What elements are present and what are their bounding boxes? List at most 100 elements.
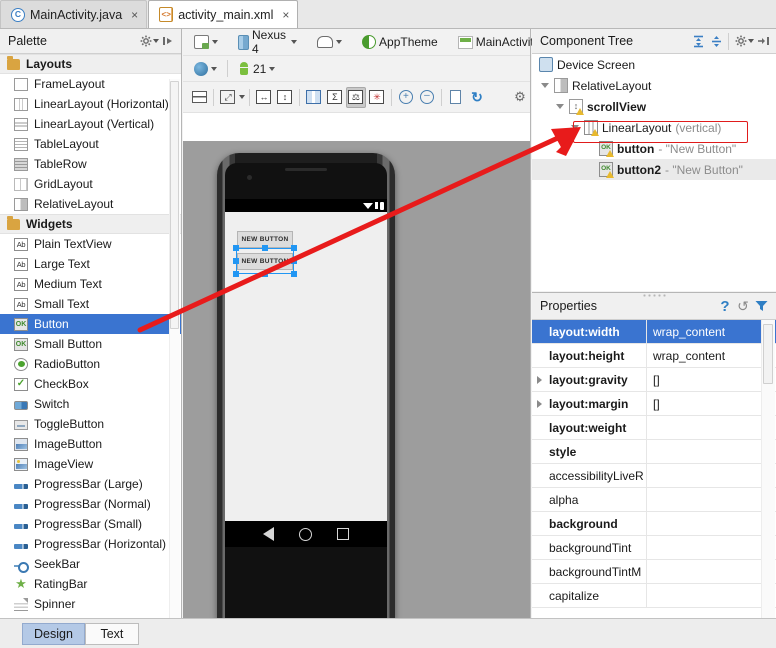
tab-design[interactable]: Design <box>22 622 85 645</box>
filter-icon[interactable] <box>752 297 770 315</box>
palette-item-radiobutton[interactable]: RadioButton <box>0 354 181 374</box>
property-value[interactable] <box>646 512 776 535</box>
refresh-button[interactable]: ↻ <box>467 87 487 108</box>
file-tab-activity-main-xml[interactable]: <> activity_main.xml × <box>148 0 299 28</box>
tree-node-button2[interactable]: OK button2 - "New Button" <box>532 159 776 180</box>
tree-node-device-screen[interactable]: Device Screen <box>532 54 776 75</box>
palette-item-linearlayout-vertical[interactable]: LinearLayout (Vertical) <box>0 114 181 134</box>
home-icon[interactable] <box>298 527 312 541</box>
device-select-button[interactable] <box>189 32 223 53</box>
clear-constraints-button[interactable]: ✳ <box>367 87 387 108</box>
document-button[interactable] <box>446 87 466 108</box>
close-icon[interactable]: × <box>127 8 138 22</box>
property-value[interactable] <box>646 488 776 511</box>
palette-item-gridlayout[interactable]: GridLayout <box>0 174 181 194</box>
properties-scrollbar-thumb[interactable] <box>763 324 773 384</box>
expander-icon[interactable] <box>532 368 546 391</box>
reset-icon[interactable]: ↺ <box>734 297 752 315</box>
palette-scrollbar-thumb[interactable] <box>170 81 179 329</box>
palette-item-small-text[interactable]: Ab Small Text <box>0 294 181 314</box>
tree-node-button[interactable]: OK button - "New Button" <box>532 138 776 159</box>
help-icon[interactable]: ? <box>716 297 734 315</box>
panel-splitter[interactable] <box>642 293 666 298</box>
property-row-backgroundtint[interactable]: backgroundTint <box>532 536 776 560</box>
property-row-layout-gravity[interactable]: layout:gravity [] <box>532 368 776 392</box>
distribute-horizontal-button[interactable]: ↔ <box>254 87 274 108</box>
selection-handle[interactable] <box>291 245 297 251</box>
zoom-to-fit-button[interactable]: ⤢ <box>218 87 238 108</box>
palette-item-imagebutton[interactable]: ImageButton <box>0 434 181 454</box>
palette-item-progressbar-normal[interactable]: ProgressBar (Normal) <box>0 494 181 514</box>
palette-item-seekbar[interactable]: SeekBar <box>0 554 181 574</box>
design-canvas[interactable]: NEW BUTTON NEW BUTTON <box>183 141 530 618</box>
tree-node-linearlayout[interactable]: LinearLayout (vertical) <box>532 117 776 138</box>
property-value[interactable]: wrap_content <box>646 344 776 367</box>
palette-item-linearlayout-horizontal[interactable]: LinearLayout (Horizontal) <box>0 94 181 114</box>
chevron-down-icon[interactable] <box>238 95 245 99</box>
palette-item-progressbar-small[interactable]: ProgressBar (Small) <box>0 514 181 534</box>
collapse-all-icon[interactable] <box>707 32 725 50</box>
property-row-layout-height[interactable]: layout:height wrap_content <box>532 344 776 368</box>
palette-group-layouts[interactable]: Layouts <box>0 54 181 74</box>
zoom-in-button[interactable] <box>396 87 416 108</box>
palette-item-large-text[interactable]: Ab Large Text <box>0 254 181 274</box>
palette-group-widgets[interactable]: Widgets <box>0 214 181 234</box>
property-value[interactable] <box>646 560 776 583</box>
palette-item-switch[interactable]: Switch <box>0 394 181 414</box>
selection-handle[interactable] <box>262 271 268 277</box>
palette-item-relativelayout[interactable]: RelativeLayout <box>0 194 181 214</box>
tree-node-scrollview[interactable]: scrollView <box>532 96 776 117</box>
selection-handle[interactable] <box>291 271 297 277</box>
chevron-down-icon[interactable] <box>569 122 580 133</box>
file-tab-mainactivity-java[interactable]: C MainActivity.java × <box>0 0 148 28</box>
locale-button[interactable] <box>189 58 222 79</box>
selection-handle[interactable] <box>262 245 268 251</box>
render-rows-button[interactable] <box>189 87 209 108</box>
property-row-accessibilityliveregion[interactable]: accessibilityLiveR <box>532 464 776 488</box>
palette-item-spinner[interactable]: Spinner <box>0 594 181 614</box>
property-value[interactable]: [] <box>646 392 776 415</box>
property-row-background[interactable]: background <box>532 512 776 536</box>
selection-handle[interactable] <box>233 271 239 277</box>
balance-gravity-button[interactable]: ⚖ <box>345 86 366 108</box>
selection-handle[interactable] <box>233 258 239 264</box>
distribute-vertical-button[interactable]: ↕ <box>275 87 295 108</box>
palette-item-small-button[interactable]: OK Small Button <box>0 334 181 354</box>
back-icon[interactable] <box>263 527 275 541</box>
property-row-capitalize[interactable]: capitalize <box>532 584 776 608</box>
properties-table[interactable]: layout:width wrap_content layout:height … <box>532 320 776 618</box>
property-value[interactable] <box>646 464 776 487</box>
palette-item-button[interactable]: OK Button <box>0 314 181 334</box>
property-value[interactable] <box>646 584 776 607</box>
selection-handle[interactable] <box>233 245 239 251</box>
chevron-down-icon[interactable] <box>554 101 565 112</box>
palette-item-tablelayout[interactable]: TableLayout <box>0 134 181 154</box>
palette-item-plain-textview[interactable]: Ab Plain TextView <box>0 234 181 254</box>
sum-baseline-button[interactable]: Σ <box>325 87 345 108</box>
editor-settings-button[interactable]: ⚙ <box>510 87 530 108</box>
close-icon[interactable]: × <box>278 8 289 22</box>
palette-item-checkbox[interactable]: ✓ CheckBox <box>0 374 181 394</box>
palette-item-framelayout[interactable]: FrameLayout <box>0 74 181 94</box>
columns-button[interactable] <box>304 87 324 108</box>
chevron-down-icon[interactable] <box>539 80 550 91</box>
property-row-style[interactable]: style <box>532 440 776 464</box>
palette-item-progressbar-large[interactable]: ProgressBar (Large) <box>0 474 181 494</box>
property-row-layout-weight[interactable]: layout:weight <box>532 416 776 440</box>
property-row-backgroundtintmode[interactable]: backgroundTintM <box>532 560 776 584</box>
orientation-button[interactable] <box>312 32 347 53</box>
palette-item-progressbar-horizontal[interactable]: ProgressBar (Horizontal) <box>0 534 181 554</box>
property-value[interactable]: wrap_content <box>646 320 776 343</box>
theme-button[interactable]: AppTheme <box>357 32 443 53</box>
property-row-layout-width[interactable]: layout:width wrap_content <box>532 320 776 344</box>
recents-icon[interactable] <box>336 528 349 540</box>
expand-all-icon[interactable] <box>689 32 707 50</box>
property-row-layout-margin[interactable]: layout:margin [] <box>532 392 776 416</box>
property-value[interactable]: [] <box>646 368 776 391</box>
palette-item-ratingbar[interactable]: ★ RatingBar <box>0 574 181 594</box>
palette-item-medium-text[interactable]: Ab Medium Text <box>0 274 181 294</box>
palette-item-tablerow[interactable]: TableRow <box>0 154 181 174</box>
tab-text[interactable]: Text <box>84 622 139 645</box>
palette-list[interactable]: Layouts FrameLayout LinearLayout (Horizo… <box>0 54 181 618</box>
palette-item-imageview[interactable]: ImageView <box>0 454 181 474</box>
